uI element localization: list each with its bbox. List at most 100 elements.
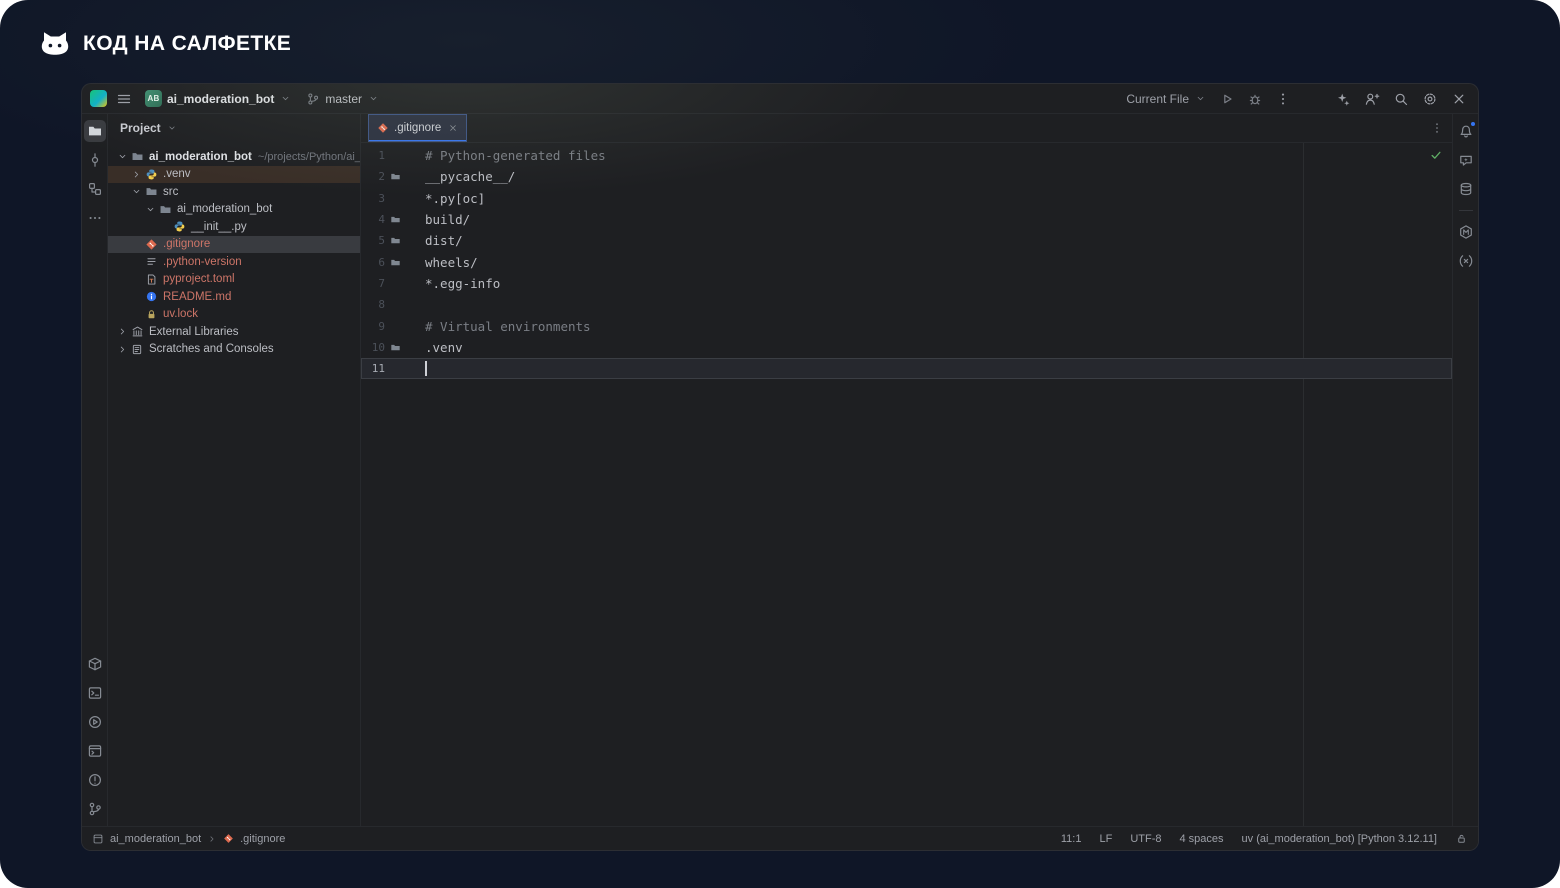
code-line-6[interactable]: 6 wheels/ — [361, 251, 1452, 272]
code-line-9[interactable]: 9# Virtual environments — [361, 315, 1452, 336]
chevron-down-icon[interactable] — [116, 151, 129, 162]
git-diamond-icon — [143, 238, 159, 251]
tree-item-label: External Libraries — [149, 326, 238, 338]
tree-item-scratches-and-consoles[interactable]: Scratches and Consoles — [108, 341, 360, 359]
encoding-widget[interactable]: UTF-8 — [1130, 833, 1161, 845]
run-button[interactable] — [1216, 88, 1238, 110]
hexagon-m-icon[interactable] — [1455, 221, 1477, 243]
tree-item-label: .python-version — [163, 256, 242, 268]
chevron-right-icon[interactable] — [130, 169, 143, 180]
run-config-label: Current File — [1126, 92, 1189, 106]
code-text: build/ — [425, 212, 470, 227]
project-panel-header[interactable]: Project — [108, 114, 360, 142]
tab-gitignore[interactable]: .gitignore — [368, 114, 467, 142]
tree-item-ai-moderation-bot[interactable]: ai_moderation_bot — [108, 201, 360, 219]
editor-content[interactable]: 1# Python-generated files2__pycache__/3*… — [361, 143, 1452, 826]
close-tab-icon[interactable] — [448, 123, 458, 133]
services-icon[interactable] — [84, 711, 106, 733]
write-access-icon[interactable] — [1455, 832, 1468, 845]
ai-assistant-icon[interactable] — [1332, 88, 1354, 110]
indent-widget[interactable]: 4 spaces — [1179, 833, 1223, 845]
code-with-me-icon[interactable] — [1361, 88, 1383, 110]
tree-item-ai-moderation-bot[interactable]: ai_moderation_bot~/projects/Python/ai_mo… — [108, 148, 360, 166]
interpreter-widget[interactable]: uv (ai_moderation_bot) [Python 3.12.11] — [1242, 833, 1437, 845]
caret-position-widget[interactable]: 11:1 — [1061, 833, 1082, 845]
readme-icon — [143, 290, 159, 303]
code-line-3[interactable]: 3*.py[oc] — [361, 188, 1452, 209]
project-selector[interactable]: AB ai_moderation_bot — [141, 86, 295, 112]
project-panel-title: Project — [120, 121, 161, 135]
more-actions-icon[interactable] — [1272, 88, 1294, 110]
tree-item-label: .venv — [163, 168, 191, 180]
code-text: wheels/ — [425, 255, 478, 270]
commit-icon[interactable] — [84, 149, 106, 171]
more-icon[interactable] — [84, 207, 106, 229]
python-icon — [143, 168, 159, 181]
code-text: dist/ — [425, 233, 463, 248]
search-icon[interactable] — [1390, 88, 1412, 110]
titlebar-right: Current File — [1122, 86, 1470, 112]
code-text: .venv — [425, 340, 463, 355]
pycharm-logo-icon[interactable] — [90, 90, 107, 107]
tree-item-uv-lock[interactable]: uv.lock — [108, 306, 360, 324]
tree-item-venv[interactable]: .venv — [108, 166, 360, 184]
tree-item-python-version[interactable]: .python-version — [108, 253, 360, 271]
project-tool-window: Project ai_moderation_bot~/projects/Pyth… — [108, 114, 361, 826]
code-line-11[interactable]: 11 — [361, 358, 1452, 379]
tree-item-external-libraries[interactable]: External Libraries — [108, 323, 360, 341]
tree-item-pyproject-toml[interactable]: pyproject.toml — [108, 271, 360, 289]
right-tool-stripe — [1452, 114, 1478, 826]
run-config-selector[interactable]: Current File — [1122, 86, 1210, 112]
tree-item-gitignore[interactable]: .gitignore — [108, 236, 360, 254]
ai-chat-icon[interactable] — [1455, 149, 1477, 171]
main-menu-icon[interactable] — [113, 88, 135, 110]
notifications-icon[interactable] — [1455, 120, 1477, 142]
project-badge: AB — [145, 90, 162, 107]
chevron-down-icon[interactable] — [130, 186, 143, 197]
left-stripe-top-group — [84, 120, 106, 229]
folder-icon — [157, 203, 173, 216]
code-line-1[interactable]: 1# Python-generated files — [361, 145, 1452, 166]
code-line-8[interactable]: 8 — [361, 294, 1452, 315]
breadcrumb-project[interactable]: ai_moderation_bot — [110, 833, 201, 845]
chevron-right-icon[interactable] — [116, 344, 129, 355]
chevron-right-icon[interactable] — [116, 326, 129, 337]
lock-file-icon — [143, 308, 159, 321]
code-line-5[interactable]: 5dist/ — [361, 230, 1452, 251]
problems-icon[interactable] — [84, 769, 106, 791]
tree-item-init-py[interactable]: __init__.py — [108, 218, 360, 236]
line-separator-widget[interactable]: LF — [1099, 833, 1112, 845]
code-text: # Virtual environments — [425, 319, 591, 334]
settings-icon[interactable] — [1419, 88, 1441, 110]
code-text: *.egg-info — [425, 276, 500, 291]
stripe-divider — [1459, 210, 1473, 211]
debug-button[interactable] — [1244, 88, 1266, 110]
tab-options-icon[interactable] — [1430, 121, 1444, 135]
breadcrumb-file[interactable]: .gitignore — [240, 833, 285, 845]
code-line-7[interactable]: 7*.egg-info — [361, 273, 1452, 294]
code-line-4[interactable]: 4build/ — [361, 209, 1452, 230]
line-number: 6 — [361, 256, 385, 269]
project-folder-icon[interactable] — [84, 120, 106, 142]
brand-banner: КОД НА САЛФЕТКЕ — [40, 30, 291, 57]
tree-item-src[interactable]: src — [108, 183, 360, 201]
terminal-icon[interactable] — [84, 740, 106, 762]
python-packages-icon[interactable] — [84, 653, 106, 675]
toml-icon — [143, 273, 159, 286]
tree-item-path: ~/projects/Python/ai_mode — [258, 151, 360, 163]
version-control-icon[interactable] — [84, 798, 106, 820]
database-icon[interactable] — [1455, 178, 1477, 200]
chevron-down-icon[interactable] — [144, 204, 157, 215]
left-tool-stripe — [82, 114, 108, 826]
brackets-x-icon[interactable] — [1455, 250, 1477, 272]
code-line-10[interactable]: 10.venv — [361, 337, 1452, 358]
code-line-2[interactable]: 2__pycache__/ — [361, 166, 1452, 187]
status-bar: ai_moderation_bot .gitignore 11:1 LF UTF-8… — [82, 826, 1478, 850]
close-icon[interactable] — [1448, 88, 1470, 110]
tree-item-label: __init__.py — [191, 221, 247, 233]
gutter-folder-icon — [385, 235, 405, 246]
tree-item-readme-md[interactable]: README.md — [108, 288, 360, 306]
git-branch-selector[interactable]: master — [301, 86, 383, 112]
python-console-icon[interactable] — [84, 682, 106, 704]
structure-icon[interactable] — [84, 178, 106, 200]
